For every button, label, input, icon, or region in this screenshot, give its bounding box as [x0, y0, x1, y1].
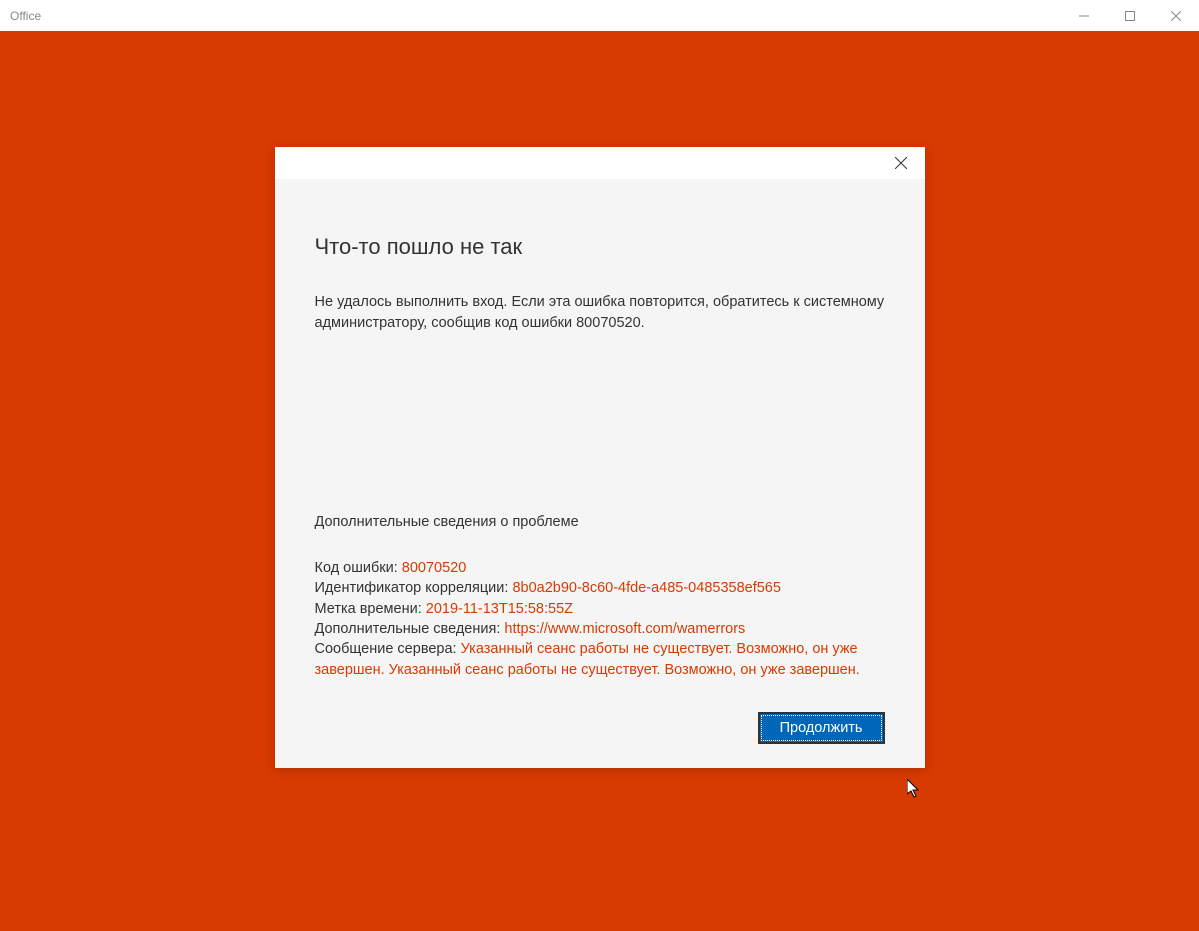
correlation-id-row: Идентификатор корреляции: 8b0a2b90-8c60-… [315, 578, 885, 598]
timestamp-value: 2019-11-13T15:58:55Z [426, 601, 573, 617]
close-icon [1171, 11, 1181, 21]
minimize-button[interactable] [1061, 0, 1107, 31]
maximize-icon [1125, 11, 1135, 21]
timestamp-label: Метка времени: [315, 601, 426, 617]
server-message-row: Сообщение сервера: Указанный сеанс работ… [315, 639, 885, 680]
error-dialog: Что-то пошло не так Не удалось выполнить… [275, 147, 925, 768]
dialog-content: Что-то пошло не так Не удалось выполнить… [275, 179, 925, 768]
titlebar: Office [0, 0, 1199, 31]
error-code-value: 80070520 [402, 560, 467, 576]
close-icon [895, 157, 907, 169]
details-heading: Дополнительные сведения о проблеме [315, 514, 885, 530]
error-code-row: Код ошибки: 80070520 [315, 558, 885, 578]
details-block: Код ошибки: 80070520 Идентификатор корре… [315, 558, 885, 680]
dialog-title: Что-то пошло не так [315, 234, 885, 260]
dialog-header [275, 147, 925, 179]
minimize-icon [1079, 11, 1089, 21]
more-info-row: Дополнительные сведения: https://www.mic… [315, 619, 885, 639]
dialog-footer: Продолжить [315, 712, 885, 744]
close-window-button[interactable] [1153, 0, 1199, 31]
dialog-message: Не удалось выполнить вход. Если эта ошиб… [315, 292, 885, 334]
window-title: Office [10, 9, 41, 23]
more-info-label: Дополнительные сведения: [315, 621, 505, 637]
more-info-value[interactable]: https://www.microsoft.com/wamerrors [504, 621, 745, 637]
server-message-label: Сообщение сервера: [315, 641, 461, 657]
dialog-close-button[interactable] [891, 153, 911, 173]
maximize-button[interactable] [1107, 0, 1153, 31]
app-body: Что-то пошло не так Не удалось выполнить… [0, 31, 1199, 931]
correlation-id-value: 8b0a2b90-8c60-4fde-a485-0485358ef565 [512, 580, 780, 596]
timestamp-row: Метка времени: 2019-11-13T15:58:55Z [315, 599, 885, 619]
continue-button[interactable]: Продолжить [758, 712, 885, 744]
window-controls [1061, 0, 1199, 31]
correlation-id-label: Идентификатор корреляции: [315, 580, 513, 596]
error-code-label: Код ошибки: [315, 560, 402, 576]
